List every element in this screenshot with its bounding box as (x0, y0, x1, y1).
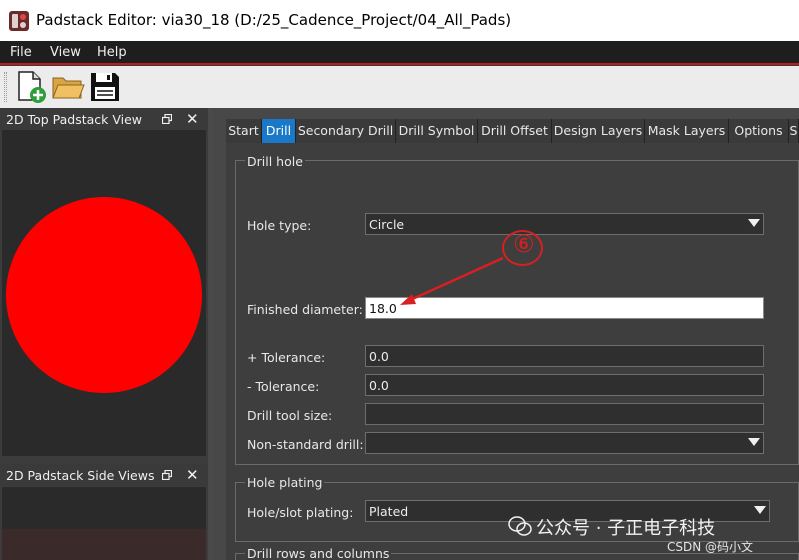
annotation-number: ⑥ (513, 230, 535, 258)
wechat-icon (508, 516, 532, 536)
csdn-credit: CSDN @码小文 (667, 540, 754, 554)
watermark-text: 公众号 · 子正电子科技 (536, 518, 716, 539)
annotation-arrow (400, 256, 504, 305)
